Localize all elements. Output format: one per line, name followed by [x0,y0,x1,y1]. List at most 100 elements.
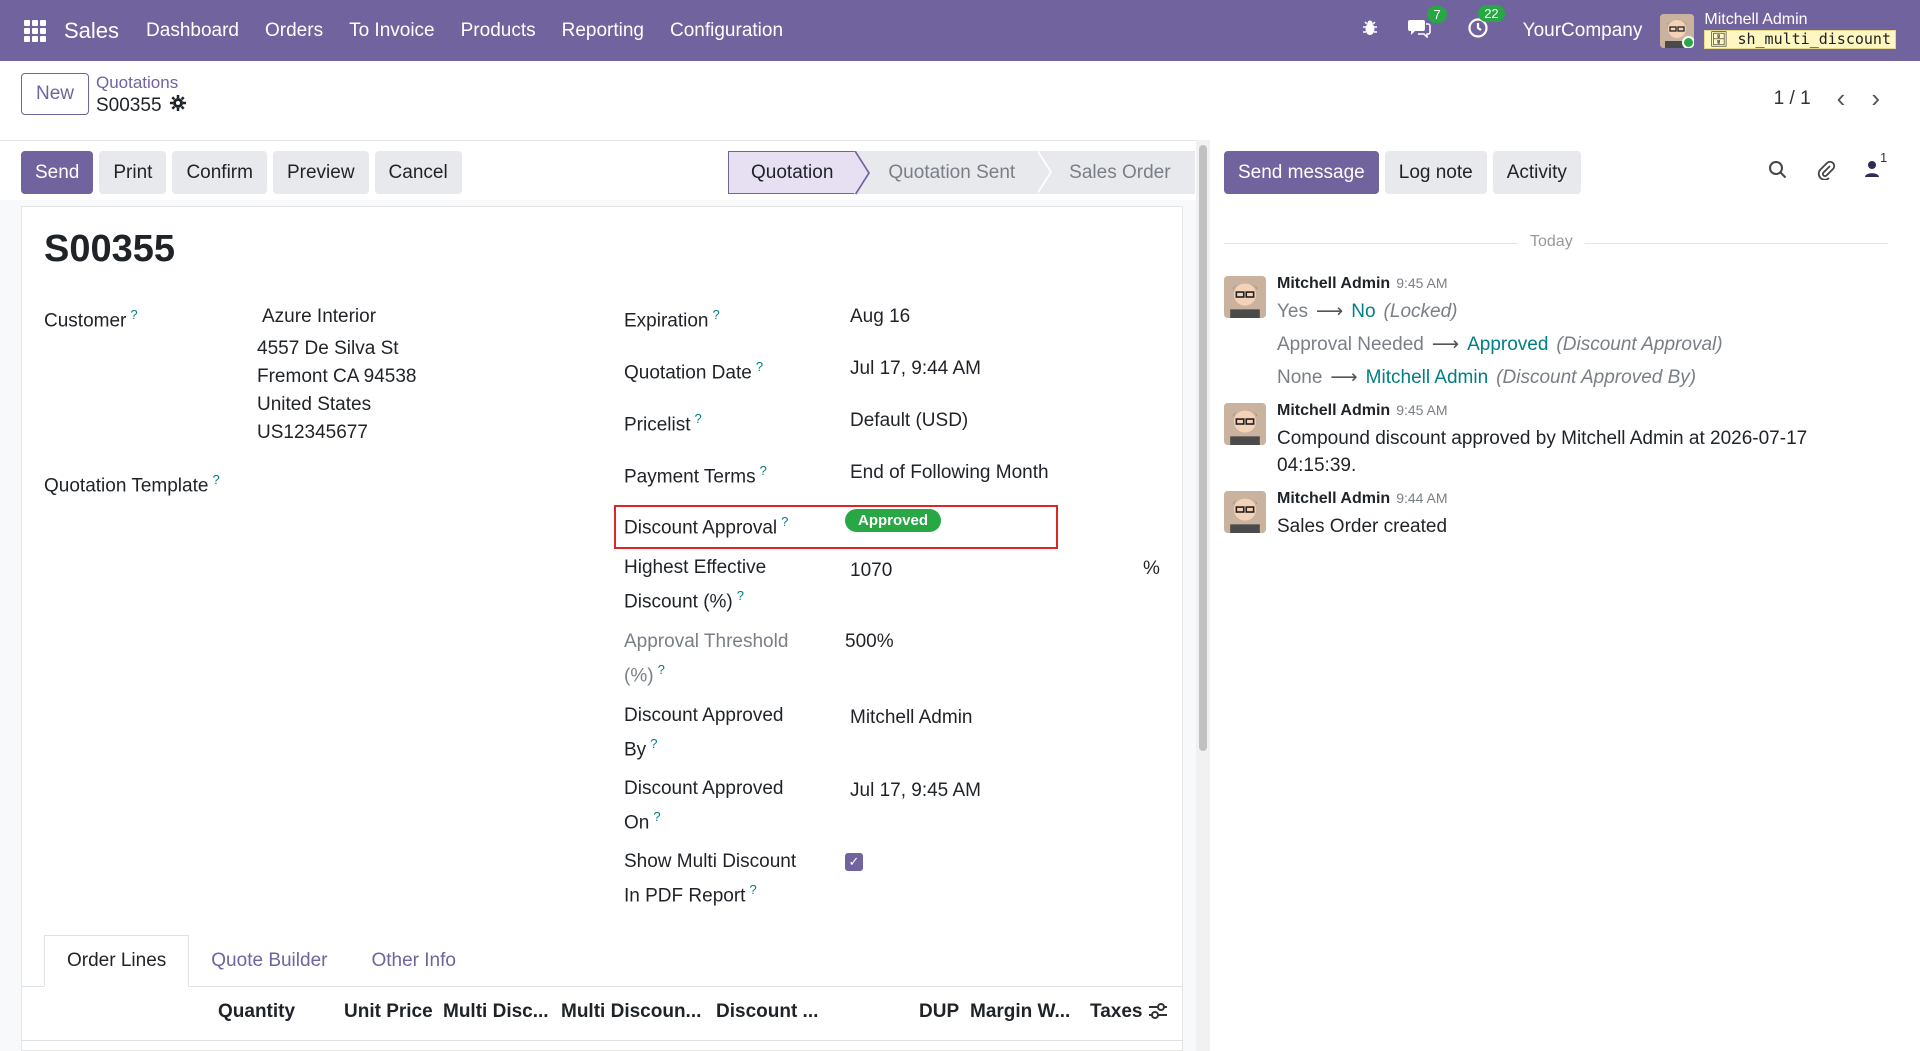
debug-bug-icon[interactable] [1361,19,1379,43]
highest-discount-label-line-2: Discount (%) [624,591,733,613]
stage-quotation-sent[interactable]: Quotation Sent [856,150,1053,194]
message-author-name[interactable]: Mitchell Admin [1277,275,1390,292]
quotation-template-label: Quotation Template? [44,466,220,500]
log-note-button[interactable]: Log note [1384,151,1487,194]
approved-on-field[interactable]: Jul 17, 9:45 AM [850,777,981,805]
help-icon[interactable]: ? [650,736,657,751]
message-author-avatar[interactable] [1224,403,1266,445]
message-author-name[interactable]: Mitchell Admin [1277,402,1390,419]
date-separator-label: Today [1518,233,1585,251]
gear-icon[interactable] [169,95,186,117]
form-scrollbar-thumb[interactable] [1199,145,1207,751]
show-multi-discount-checkbox[interactable]: ✓ [845,853,863,871]
column-taxes[interactable]: Taxes [1090,1001,1142,1023]
discount-approval-label: Discount Approval? [624,508,788,542]
pager-value[interactable]: 1 / 1 [1774,88,1811,110]
stage-sales-order[interactable]: Sales Order [1037,151,1195,194]
message-author-avatar[interactable] [1224,491,1266,533]
show-multi-discount-label-line-2: In PDF Report [624,885,746,907]
pager-previous-icon[interactable]: ‹ [1837,83,1846,114]
followers-icon[interactable]: 1 [1864,150,1887,186]
customer-name[interactable]: Azure Interior [262,303,376,331]
company-switcher[interactable]: YourCompany [1523,20,1643,42]
approved-by-field[interactable]: Mitchell Admin [850,704,973,732]
menu-products[interactable]: Products [448,20,549,42]
tracking-change-locked: Yes ⟶ No (Locked) [1277,298,1457,325]
approved-on-label: Discount Approved On? [624,775,784,837]
help-icon[interactable]: ? [658,662,665,677]
message-time: 9:44 AM [1396,490,1448,506]
stage-quotation[interactable]: Quotation [728,151,871,195]
pricelist-field[interactable]: Default (USD) [850,407,968,435]
app-name[interactable]: Sales [64,18,119,44]
payment-terms-field[interactable]: End of Following Month [850,459,1049,487]
discount-approval-label-text: Discount Approval [624,517,778,539]
help-icon[interactable]: ? [737,588,744,603]
help-icon[interactable]: ? [760,463,767,478]
menu-orders[interactable]: Orders [252,20,336,42]
customer-label-text: Customer [44,310,127,332]
column-unit-price[interactable]: Unit Price [344,1001,433,1023]
form-sheet [21,206,1183,1051]
search-icon[interactable] [1768,160,1788,186]
breadcrumb-current-label: S00355 [96,95,162,116]
help-icon[interactable]: ? [695,411,702,426]
highest-discount-field[interactable]: 1070 [850,557,892,585]
old-value: Approval Needed [1277,334,1424,355]
paperclip-icon[interactable] [1816,160,1836,186]
activities-count-badge: 22 [1478,4,1505,22]
menu-to-invoice[interactable]: To Invoice [336,20,448,42]
activities-clock-icon[interactable]: 22 [1467,4,1505,45]
column-dup[interactable]: DUP [919,1001,959,1023]
column-discount[interactable]: Discount ... [716,1001,818,1023]
column-quantity[interactable]: Quantity [218,1001,295,1023]
pager-next-icon[interactable]: › [1871,83,1880,114]
app-grid-icon[interactable] [24,19,46,42]
message-author: Mitchell Admin 9:45 AM [1277,275,1448,293]
menu-configuration[interactable]: Configuration [657,20,796,42]
user-avatar[interactable] [1660,13,1695,48]
user-menu[interactable]: Mitchell Admin 🗄 sh_multi_discount [1704,12,1896,49]
confirm-button[interactable]: Confirm [172,151,267,194]
help-icon[interactable]: ? [130,307,137,322]
activity-button[interactable]: Activity [1492,151,1581,194]
help-icon[interactable]: ? [781,514,788,529]
quotation-date-field[interactable]: Jul 17, 9:44 AM [850,355,981,383]
approved-on-label-line-2: On [624,812,650,834]
help-icon[interactable]: ? [713,307,720,322]
message-author-name[interactable]: Mitchell Admin [1277,490,1390,507]
expiration-field[interactable]: Aug 16 [850,303,910,331]
arrow-right-icon: ⟶ [1431,334,1460,355]
message-author-avatar[interactable] [1224,276,1266,318]
print-button[interactable]: Print [99,151,167,194]
discount-approval-badge: Approved [845,509,942,532]
menu-reporting[interactable]: Reporting [549,20,657,42]
breadcrumb-quotations[interactable]: Quotations [96,73,178,93]
preview-button[interactable]: Preview [272,151,369,194]
stage-quotation-sent-label: Quotation Sent [888,161,1016,183]
new-value: Approved [1467,334,1549,355]
payment-terms-label: Payment Terms? [624,457,767,491]
column-multi-disc[interactable]: Multi Disc... [443,1001,549,1023]
column-multi-discount[interactable]: Multi Discoun... [561,1001,701,1023]
messages-icon[interactable]: 7 [1407,5,1447,44]
send-message-button[interactable]: Send message [1224,151,1379,194]
control-panel: New Quotations S00355 1 / 1 ‹ › [0,61,1920,141]
help-icon[interactable]: ? [653,809,660,824]
quotation-date-label-text: Quotation Date [624,362,752,384]
tab-quote-builder[interactable]: Quote Builder [189,935,349,987]
menu-dashboard[interactable]: Dashboard [133,20,252,42]
column-margin[interactable]: Margin W... [970,1001,1070,1023]
breadcrumb-current: S00355 [96,95,186,117]
help-icon[interactable]: ? [756,359,763,374]
help-icon[interactable]: ? [212,472,219,487]
database-name: sh_multi_discount [1737,30,1891,48]
tab-order-lines[interactable]: Order Lines [44,935,190,987]
column-settings-icon[interactable] [1148,1002,1168,1026]
help-icon[interactable]: ? [749,882,756,897]
send-button[interactable]: Send [21,151,94,194]
tab-other-info[interactable]: Other Info [349,935,478,987]
cancel-button[interactable]: Cancel [374,151,462,194]
new-button[interactable]: New [21,73,89,115]
message-time: 9:45 AM [1396,275,1448,291]
